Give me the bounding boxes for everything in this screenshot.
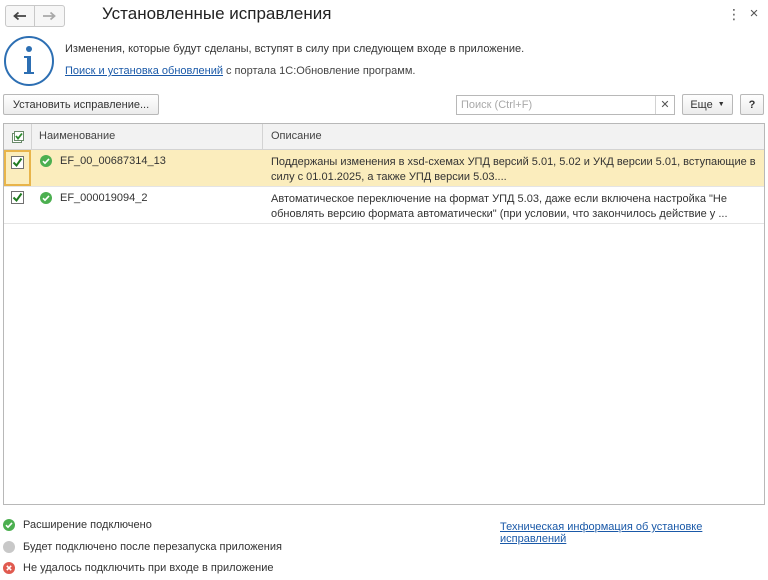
info-message: Изменения, которые будут сделаны, вступя… [65, 43, 525, 55]
legend-pending-label: Будет подключено после перезапуска прило… [23, 541, 282, 553]
checkbox-checked-icon [11, 191, 24, 204]
legend-failed: Не удалось подключить при входе в прилож… [3, 562, 273, 574]
fix-description-line: Поддержаны изменения в xsd-схемах УПД ве… [271, 156, 756, 168]
legend-connected-label: Расширение подключено [23, 519, 152, 531]
navigation-group [5, 5, 65, 27]
fix-name: EF_00_00687314_13 [60, 155, 166, 167]
legend-connected: Расширение подключено [3, 519, 152, 531]
column-header-name[interactable]: Наименование [32, 124, 263, 149]
fix-description-line: обновлять версию формата автоматически" … [271, 208, 728, 220]
forward-button[interactable] [35, 6, 63, 26]
row-name-cell: EF_000019094_2 [40, 192, 147, 204]
tech-info-link[interactable]: Техническая информация об установке испр… [500, 521, 768, 545]
table-row[interactable]: EF_000019094_2 Автоматическое переключен… [4, 187, 764, 224]
row-checkbox[interactable] [4, 150, 31, 186]
status-connected-icon [3, 519, 15, 531]
fix-name: EF_000019094_2 [60, 192, 148, 204]
select-all-checkbox[interactable] [4, 124, 32, 149]
row-description-cell: Автоматическое переключение на формат УП… [271, 192, 759, 222]
search-input[interactable] [457, 96, 653, 114]
back-button[interactable] [6, 6, 35, 26]
chevron-down-icon: ▼ [717, 101, 725, 108]
status-connected-icon [40, 192, 52, 204]
clear-search-icon[interactable]: ✕ [655, 96, 674, 114]
checkbox-checked-icon [11, 156, 24, 169]
close-icon[interactable]: × [746, 6, 762, 22]
row-name-cell: EF_00_00687314_13 [40, 155, 166, 167]
more-button-label: Еще [690, 98, 713, 111]
row-checkbox[interactable] [4, 187, 31, 223]
table-row[interactable]: EF_00_00687314_13 Поддержаны изменения в… [4, 150, 764, 187]
help-button[interactable]: ? [740, 94, 764, 115]
fix-description-line: Автоматическое переключение на формат УП… [271, 193, 727, 205]
updates-search-link[interactable]: Поиск и установка обновлений [65, 65, 223, 77]
fixes-table: Наименование Описание EF_00_00687314_13 … [3, 123, 765, 505]
more-menu-icon[interactable]: ⋮ [727, 6, 741, 22]
status-pending-icon [3, 541, 15, 553]
status-connected-icon [40, 155, 52, 167]
row-description-cell: Поддержаны изменения в xsd-схемах УПД ве… [271, 155, 759, 185]
search-box: ✕ [456, 95, 675, 115]
page-title: Установленные исправления [102, 4, 332, 23]
status-error-icon [3, 562, 15, 574]
table-header: Наименование Описание [4, 124, 764, 150]
more-button[interactable]: Еще ▼ [682, 94, 733, 115]
arrow-right-icon [43, 11, 56, 21]
install-fix-button[interactable]: Установить исправление... [3, 94, 159, 115]
info-icon [3, 35, 55, 90]
check-all-icon [11, 130, 24, 143]
arrow-left-icon [13, 11, 26, 21]
legend-failed-label: Не удалось подключить при входе в прилож… [23, 562, 274, 574]
legend-pending: Будет подключено после перезапуска прило… [3, 541, 282, 553]
column-header-description[interactable]: Описание [264, 124, 759, 149]
updates-link-suffix: с портала 1С:Обновление программ. [226, 65, 416, 77]
fix-description-line: силу с 01.01.2025, а также УПД версии 5.… [271, 171, 507, 183]
